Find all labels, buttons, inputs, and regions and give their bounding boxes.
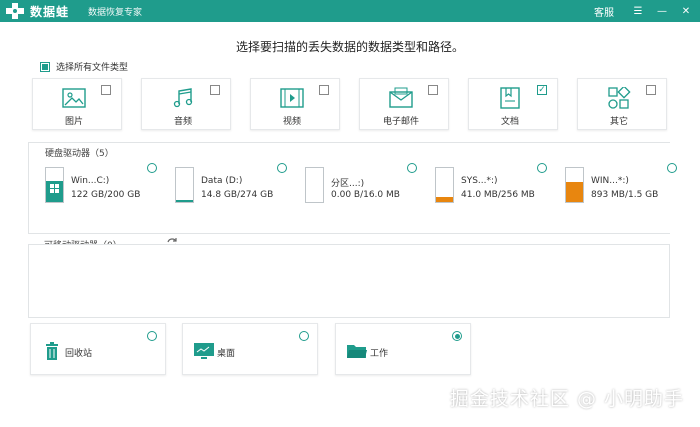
file-type-audio[interactable]: 音频 — [141, 78, 231, 130]
drive-size: 41.0 MB/256 MB — [461, 190, 535, 200]
drive-win[interactable]: WIN...*:) 893 MB/1.5 GB — [549, 163, 677, 207]
drive-usage-fill — [436, 196, 453, 202]
file-type-email[interactable]: 电子邮件 — [359, 78, 449, 130]
minimize-icon[interactable]: — — [652, 0, 672, 22]
close-icon[interactable]: ✕ — [676, 0, 696, 22]
file-type-picture[interactable]: 图片 — [32, 78, 122, 130]
location-label: 回收站 — [65, 349, 93, 359]
main-panel: 选择要扫描的丢失数据的数据类型和路径。 选择所有文件类型 图片 音频 视频 电子… — [0, 22, 700, 427]
location-radio[interactable] — [147, 331, 157, 341]
drive-name: SYS...*:) — [461, 176, 498, 186]
logo-icon — [6, 3, 24, 19]
picture-checkbox[interactable] — [101, 85, 111, 95]
drive-radio[interactable] — [147, 163, 157, 173]
drive-size: 0.00 B/16.0 MB — [331, 190, 400, 200]
support-link[interactable]: 客服 — [594, 4, 614, 19]
hard-drive-title: 硬盘驱动器（5） — [45, 149, 114, 159]
video-checkbox[interactable] — [319, 85, 329, 95]
recycle-bin-icon — [46, 342, 58, 360]
drive-usage-bar — [305, 167, 324, 203]
select-all-checkbox[interactable]: 选择所有文件类型 — [40, 60, 128, 73]
drive-radio[interactable] — [537, 163, 547, 173]
document-checkbox[interactable]: ✓ — [537, 85, 547, 95]
hard-drive-section: 硬盘驱动器（5） Win...C:) 122 GB/200 GB Data (D… — [28, 142, 677, 234]
drive-radio[interactable] — [277, 163, 287, 173]
drive-size: 893 MB/1.5 GB — [591, 190, 659, 200]
file-type-document[interactable]: ✓ 文档 — [468, 78, 558, 130]
drive-name: Win...C:) — [71, 176, 110, 186]
drive-usage-fill — [176, 200, 193, 202]
drive-size: 14.8 GB/274 GB — [201, 190, 274, 200]
file-type-label: 图片 — [64, 117, 83, 127]
app-brand: 数据蛙 — [30, 5, 70, 19]
drive-sys[interactable]: SYS...*:) 41.0 MB/256 MB — [419, 163, 547, 207]
other-checkbox[interactable] — [646, 85, 656, 95]
location-label: 桌面 — [217, 349, 236, 359]
drive-radio[interactable] — [667, 163, 677, 173]
app-tagline: 数据恢复专家 — [88, 8, 143, 18]
drive-partition[interactable]: 分区...:) 0.00 B/16.0 MB — [289, 163, 417, 207]
select-all-check-icon — [40, 61, 50, 72]
mail-icon — [389, 87, 413, 108]
location-radio[interactable] — [299, 331, 309, 341]
drive-size: 122 GB/200 GB — [71, 190, 141, 200]
watermark: 掘金技术社区 @ 小明助手 — [449, 388, 684, 410]
menu-icon[interactable]: ☰ — [628, 0, 648, 22]
file-type-other[interactable]: 其它 — [577, 78, 667, 130]
location-work-folder[interactable]: 工作 — [335, 323, 471, 375]
picture-icon — [62, 88, 86, 108]
audio-checkbox[interactable] — [210, 85, 220, 95]
drive-name: Data (D:) — [201, 176, 243, 186]
location-radio[interactable] — [452, 331, 462, 341]
select-all-label: 选择所有文件类型 — [56, 63, 129, 73]
desktop-icon — [194, 343, 214, 359]
page-heading: 选择要扫描的丢失数据的数据类型和路径。 — [235, 40, 464, 54]
drive-c[interactable]: Win...C:) 122 GB/200 GB — [29, 163, 157, 207]
file-type-label: 音频 — [173, 117, 192, 127]
drive-name: WIN...*:) — [591, 176, 629, 186]
drive-d[interactable]: Data (D:) 14.8 GB/274 GB — [159, 163, 287, 207]
drive-usage-fill — [566, 182, 583, 202]
file-type-video[interactable]: 视频 — [250, 78, 340, 130]
drive-name: 分区...:) — [331, 179, 365, 189]
location-desktop[interactable]: 桌面 — [182, 323, 318, 375]
email-checkbox[interactable] — [428, 85, 438, 95]
file-type-grid: 图片 音频 视频 电子邮件 ✓ 文档 其它 — [32, 78, 667, 130]
drive-usage-bar — [435, 167, 454, 203]
drive-radio[interactable] — [407, 163, 417, 173]
location-recycle-bin[interactable]: 回收站 — [30, 323, 166, 375]
other-icon — [608, 87, 631, 109]
drive-usage-bar — [565, 167, 584, 203]
file-type-label: 电子邮件 — [382, 117, 419, 127]
file-type-label: 文档 — [500, 117, 519, 127]
drive-usage-bar — [175, 167, 194, 203]
file-type-label: 其它 — [609, 117, 628, 127]
windows-logo-icon — [50, 184, 59, 193]
title-bar: 数据蛙 数据恢复专家 客服 ☰ — ✕ — [0, 0, 700, 22]
music-icon — [173, 88, 193, 108]
video-icon — [280, 88, 304, 108]
location-label: 工作 — [370, 349, 389, 359]
document-icon — [500, 87, 520, 109]
folder-icon — [347, 345, 367, 358]
removable-drive-area — [28, 244, 670, 318]
file-type-label: 视频 — [282, 117, 301, 127]
